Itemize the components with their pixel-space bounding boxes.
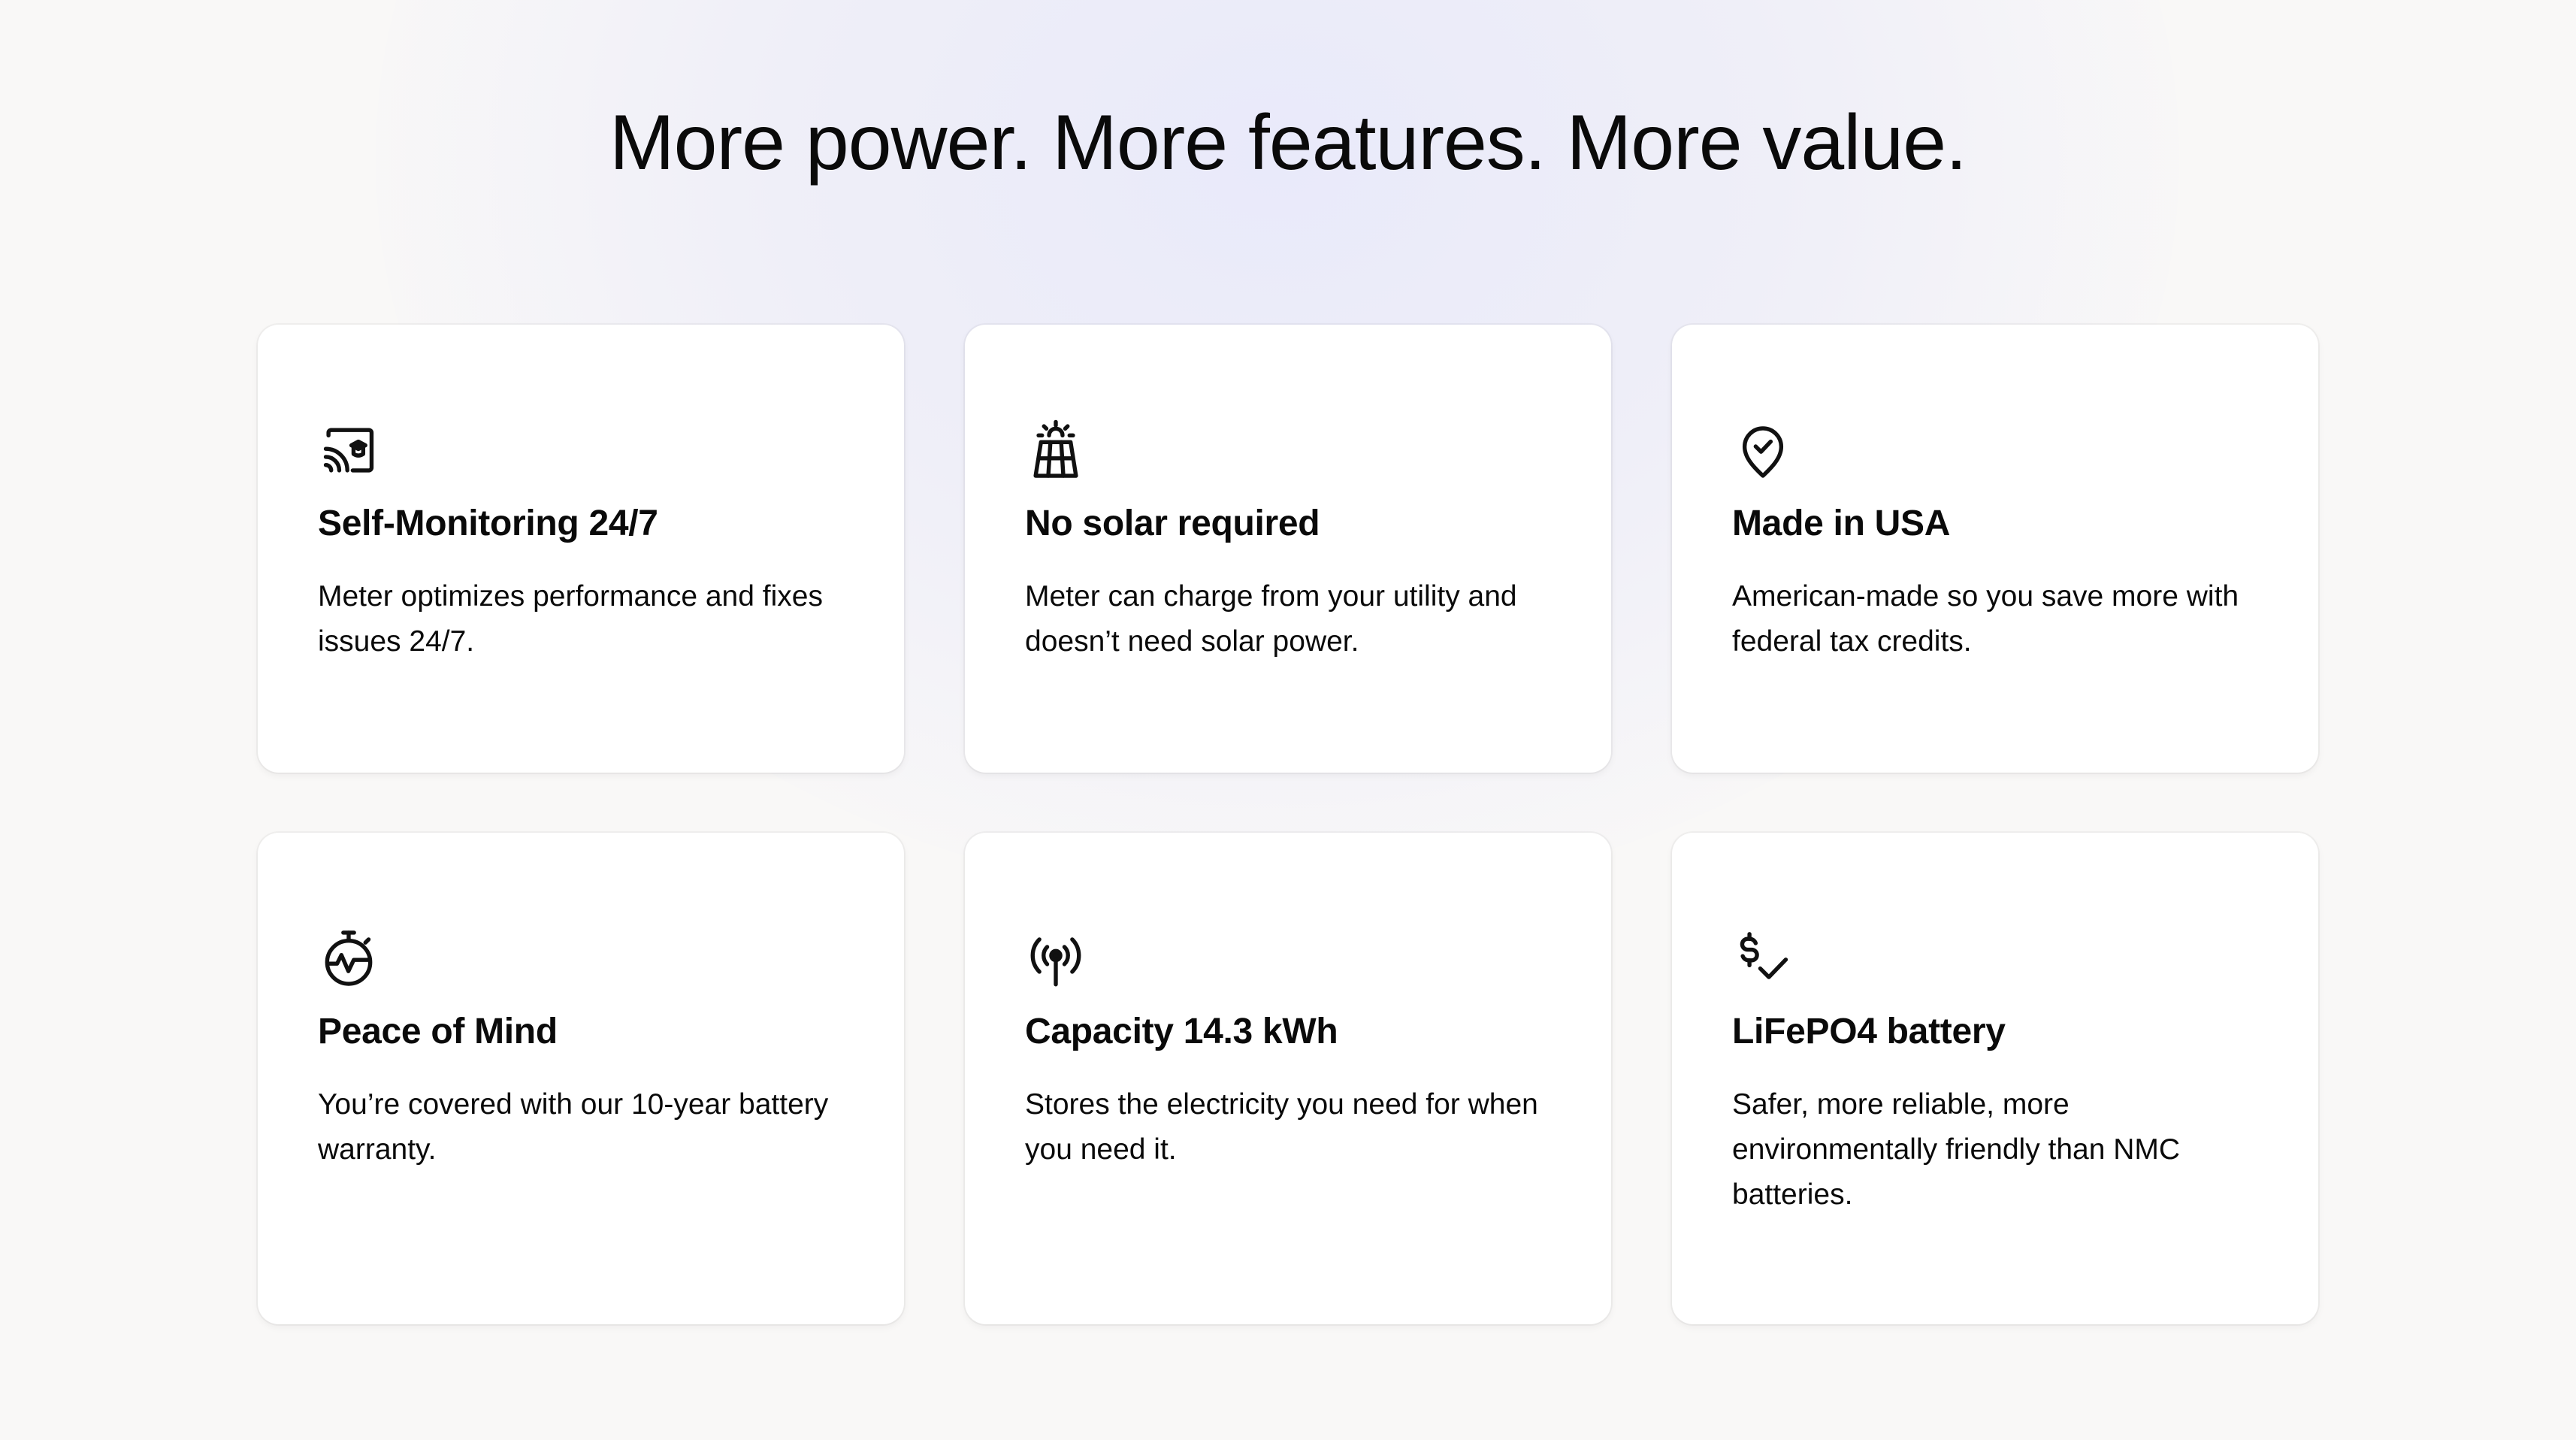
feature-description: Meter optimizes performance and fixes is… (318, 579, 823, 658)
feature-description: You’re covered with our 10-year battery … (318, 1088, 829, 1166)
feature-title: Self-Monitoring 24/7 (318, 504, 658, 543)
feature-card-self-monitoring: Self-Monitoring 24/7 Meter optimizes per… (258, 325, 904, 773)
stopwatch-pulse-icon (316, 926, 381, 991)
broadcast-antenna-icon (1023, 926, 1088, 991)
feature-description: American-made so you save more with fede… (1732, 579, 2239, 658)
dollar-check-icon (1731, 926, 1795, 991)
solar-panel-icon (1023, 418, 1088, 483)
feature-card-peace-of-mind: Peace of Mind You’re covered with our 10… (258, 833, 904, 1324)
feature-card-lifepo4: LiFePO4 battery Safer, more reliable, mo… (1672, 833, 2318, 1324)
feature-description: Meter can charge from your utility and d… (1025, 579, 1517, 658)
feature-description: Stores the electricity you need for when… (1025, 1088, 1538, 1166)
feature-card-made-in-usa: Made in USA American-made so you save mo… (1672, 325, 2318, 773)
feature-title: Made in USA (1732, 504, 1951, 543)
feature-grid: Self-Monitoring 24/7 Meter optimizes per… (258, 325, 2318, 1324)
feature-title: Peace of Mind (318, 1012, 558, 1051)
feature-description: Safer, more reliable, more environmental… (1732, 1088, 2181, 1211)
feature-card-no-solar: No solar required Meter can charge from … (965, 325, 1611, 773)
cast-monitor-icon (316, 418, 381, 483)
page-headline: More power. More features. More value. (609, 99, 1967, 186)
feature-title: LiFePO4 battery (1732, 1012, 2006, 1051)
feature-title: No solar required (1025, 504, 1320, 543)
feature-card-capacity: Capacity 14.3 kWh Stores the electricity… (965, 833, 1611, 1324)
location-check-icon (1731, 418, 1795, 483)
feature-title: Capacity 14.3 kWh (1025, 1012, 1338, 1051)
